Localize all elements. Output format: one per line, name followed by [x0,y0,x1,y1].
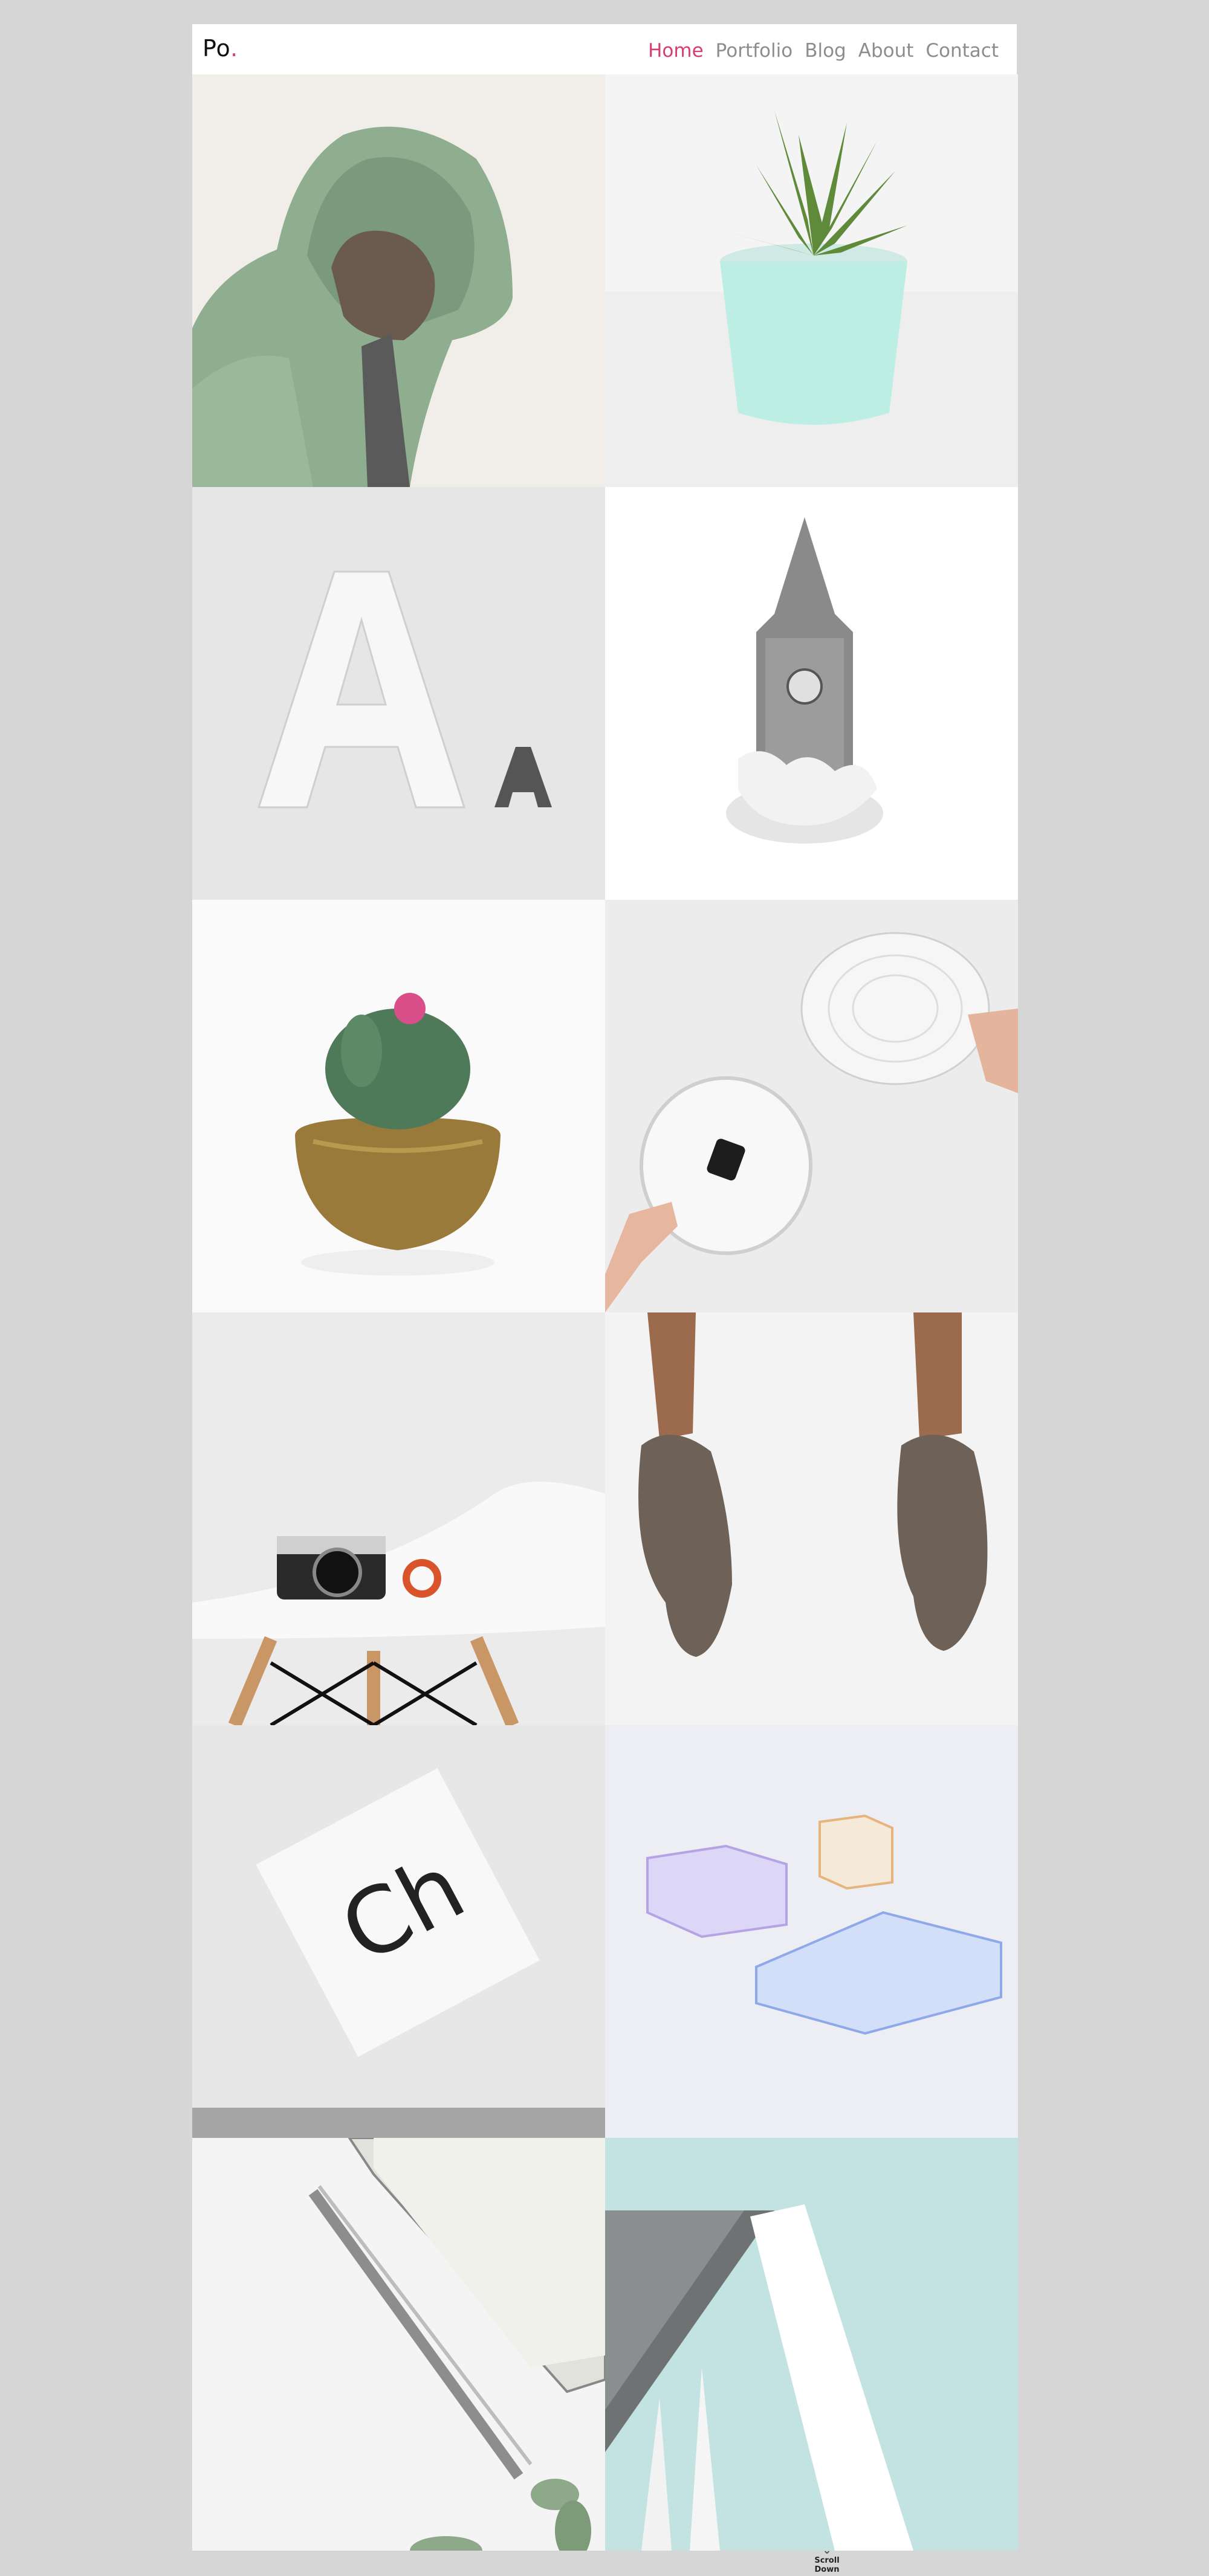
gallery-tile-glass-boxes[interactable] [605,1725,1018,2138]
gallery-tile-letter-a[interactable] [192,487,605,900]
typography-poster-image: Ch [192,1725,605,2138]
gallery-tile-cactus-pot[interactable] [192,900,605,1312]
gallery-tile-architecture[interactable] [605,2138,1018,2551]
architecture-image [605,2138,1018,2551]
main-nav: Home Portfolio Blog About Contact [648,40,999,62]
pencil-notebook-image [192,2138,605,2551]
nav-home[interactable]: Home [648,40,704,62]
gallery-tile-wall-clock[interactable] [605,900,1018,1312]
nav-blog[interactable]: Blog [805,40,846,62]
page-container: Po. Home Portfolio Blog About Contact Ch… [192,24,1018,2574]
wall-clock-image [605,900,1018,1312]
hooded-man-image [192,74,605,487]
site-logo[interactable]: Po. [203,35,238,62]
gallery-tile-camera-chair[interactable] [192,1312,605,1725]
gallery-tile-succulent-plant[interactable] [605,74,1018,487]
site-header: Po. Home Portfolio Blog About Contact [192,24,1017,75]
cactus-pot-image [192,900,605,1312]
nav-portfolio[interactable]: Portfolio [716,40,793,62]
glass-boxes-image [605,1725,1018,2138]
arrow-down-icon: ⌄ [822,2544,832,2557]
scroll-down-label: Scroll Down [814,2556,840,2574]
logo-dot: . [230,35,239,62]
gallery-tile-clock-tower[interactable] [605,487,1018,900]
nav-about[interactable]: About [858,40,914,62]
gallery-tile-hooded-man[interactable] [192,74,605,487]
logo-text: Po [203,35,231,62]
gallery-tile-metal-hands[interactable] [605,1312,1018,1725]
letter-a-image [192,487,605,900]
gallery-tile-typography-poster[interactable]: Ch [192,1725,605,2138]
scroll-down-indicator[interactable]: ⌄ Scroll Down [809,2544,845,2575]
metal-hands-image [605,1312,1018,1725]
camera-chair-image [192,1312,605,1725]
succulent-plant-image [605,74,1018,487]
clock-tower-image [605,487,1018,900]
nav-contact[interactable]: Contact [925,40,999,62]
gallery-tile-pencil-notebook[interactable] [192,2138,605,2551]
